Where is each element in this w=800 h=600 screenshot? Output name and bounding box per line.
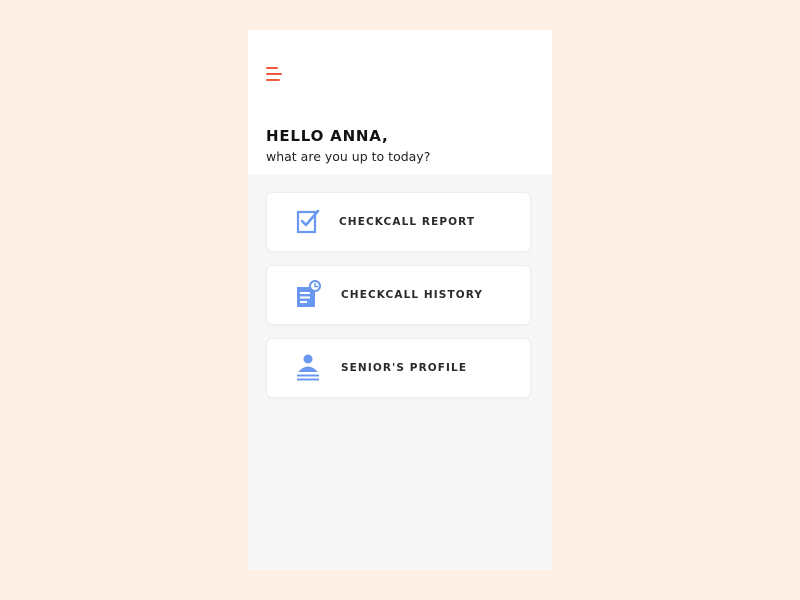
menu-line	[266, 67, 278, 69]
menu-line	[266, 79, 280, 81]
menu-line	[266, 73, 282, 75]
app-screen: HELLO ANNA, what are you up to today? CH…	[248, 30, 552, 570]
card-label: SENIOR'S PROFILE	[341, 362, 468, 374]
greeting-subtitle: what are you up to today?	[266, 149, 431, 164]
greeting-title: HELLO ANNA,	[266, 127, 389, 145]
card-label: CHECKCALL REPORT	[339, 216, 476, 228]
hamburger-menu-icon[interactable]	[266, 67, 282, 81]
checkcall-report-button[interactable]: CHECKCALL REPORT	[266, 192, 531, 252]
person-profile-icon	[293, 353, 323, 383]
card-label: CHECKCALL HISTORY	[341, 289, 484, 301]
seniors-profile-button[interactable]: SENIOR'S PROFILE	[266, 338, 531, 398]
header: HELLO ANNA, what are you up to today?	[248, 30, 552, 174]
document-clock-icon	[293, 280, 323, 310]
clipboard-check-icon	[293, 207, 323, 237]
checkcall-history-button[interactable]: CHECKCALL HISTORY	[266, 265, 531, 325]
